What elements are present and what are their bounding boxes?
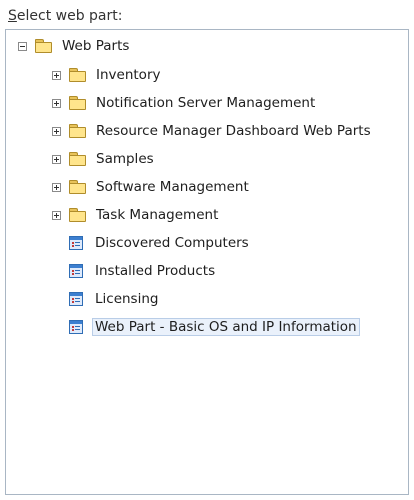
- tree-node-task-management[interactable]: Task Management: [52, 204, 221, 226]
- tree-node-label[interactable]: Software Management: [93, 178, 252, 196]
- web-part-icon: [69, 320, 83, 334]
- tree-node-label[interactable]: Installed Products: [92, 262, 218, 280]
- folder-icon: [69, 124, 86, 138]
- expand-icon[interactable]: [52, 154, 61, 164]
- folder-icon: [35, 39, 52, 53]
- expand-icon[interactable]: [52, 182, 61, 192]
- label-accelerator: S: [8, 8, 17, 24]
- folder-icon: [69, 68, 86, 82]
- tree-node-resource-manager-dashboard-web-parts[interactable]: Resource Manager Dashboard Web Parts: [52, 120, 374, 142]
- folder-icon: [69, 152, 86, 166]
- web-part-icon: [69, 292, 83, 306]
- tree-leaf-licensing[interactable]: Licensing: [69, 288, 161, 310]
- tree-node-label[interactable]: Samples: [93, 150, 157, 168]
- tree-node-label-selected[interactable]: Web Part - Basic OS and IP Information: [92, 318, 360, 336]
- web-part-tree[interactable]: Web Parts Inventory Notification Server …: [5, 29, 409, 495]
- select-web-part-label: Select web part:: [8, 8, 122, 24]
- expand-icon[interactable]: [52, 70, 61, 80]
- folder-icon: [69, 96, 86, 110]
- web-part-icon: [69, 236, 83, 250]
- tree-node-label[interactable]: Discovered Computers: [92, 234, 252, 252]
- folder-icon: [69, 208, 86, 222]
- tree-node-label[interactable]: Licensing: [92, 290, 161, 308]
- tree-node-label[interactable]: Task Management: [93, 206, 221, 224]
- tree-node-software-management[interactable]: Software Management: [52, 176, 252, 198]
- folder-icon: [69, 180, 86, 194]
- collapse-icon[interactable]: [18, 41, 27, 51]
- tree-leaf-web-part-basic-os-ip-information[interactable]: Web Part - Basic OS and IP Information: [69, 316, 360, 338]
- tree-node-label[interactable]: Resource Manager Dashboard Web Parts: [93, 122, 374, 140]
- tree-node-samples[interactable]: Samples: [52, 148, 157, 170]
- label-text: elect web part:: [16, 8, 123, 24]
- expand-icon[interactable]: [52, 98, 61, 108]
- tree-node-label[interactable]: Web Parts: [59, 37, 132, 55]
- expand-icon[interactable]: [52, 126, 61, 136]
- tree-node-label[interactable]: Inventory: [93, 66, 163, 84]
- tree-node-inventory[interactable]: Inventory: [52, 64, 163, 86]
- tree-node-notification-server-management[interactable]: Notification Server Management: [52, 92, 318, 114]
- tree-node-web-parts[interactable]: Web Parts: [18, 35, 132, 57]
- expand-icon[interactable]: [52, 210, 61, 220]
- tree-leaf-installed-products[interactable]: Installed Products: [69, 260, 218, 282]
- tree-leaf-discovered-computers[interactable]: Discovered Computers: [69, 232, 252, 254]
- tree-node-label[interactable]: Notification Server Management: [93, 94, 318, 112]
- web-part-icon: [69, 264, 83, 278]
